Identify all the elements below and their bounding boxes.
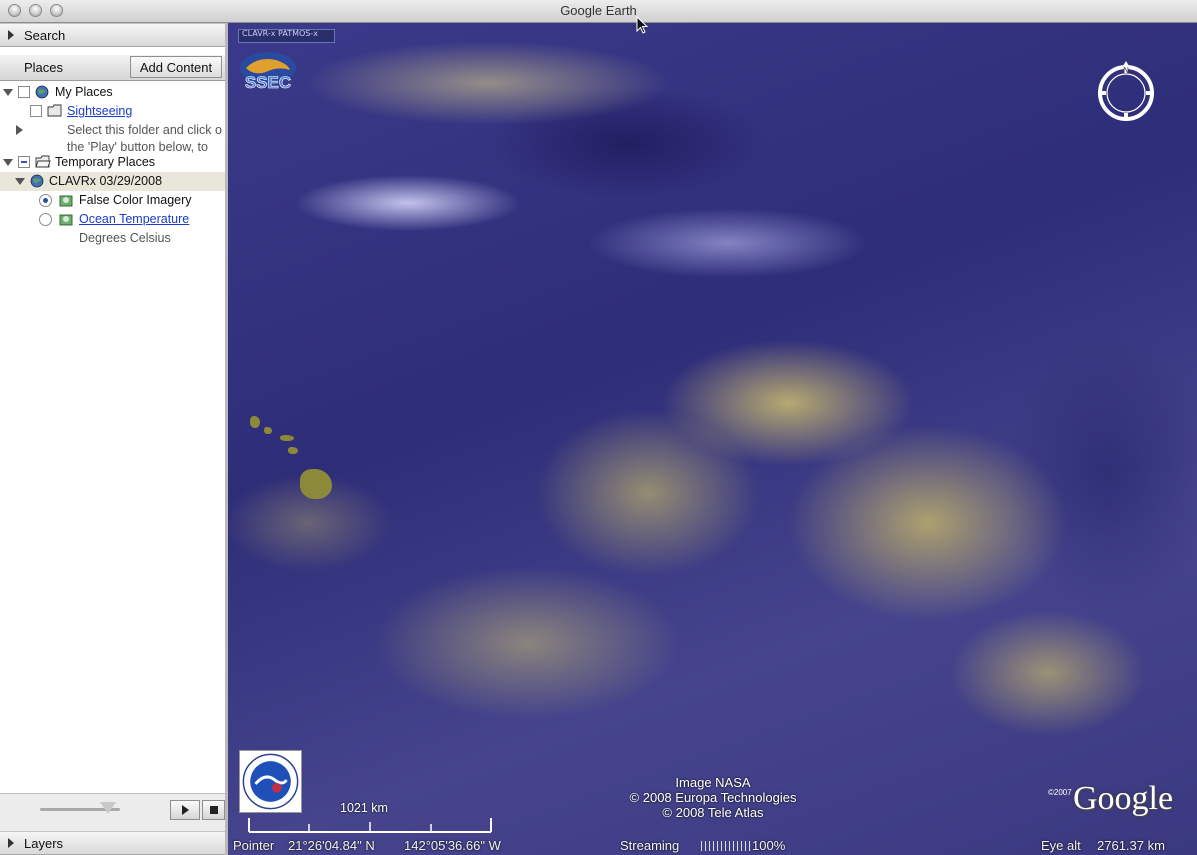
- temporary-places-checkbox[interactable]: [18, 156, 30, 168]
- globe-icon: [35, 85, 49, 99]
- tree-item-sightseeing[interactable]: Sightseeing: [0, 102, 225, 121]
- svg-text:N: N: [1123, 66, 1129, 75]
- ocean-temperature-description: Degrees Celsius: [79, 231, 171, 245]
- streaming-value: 100%: [752, 838, 786, 853]
- pointer-longitude: 142°05'36.66" W: [404, 838, 501, 853]
- island: [250, 416, 260, 428]
- svg-text:SSEC: SSEC: [245, 73, 291, 92]
- tour-controls: [0, 793, 225, 832]
- window-title: Google Earth: [560, 3, 637, 18]
- image-overlay-icon: [59, 195, 73, 207]
- eye-alt-value: 2761.37 km: [1097, 838, 1165, 853]
- disclosure-down-icon[interactable]: [3, 89, 13, 96]
- play-tour-button[interactable]: [170, 800, 200, 820]
- ssec-logo: SSEC: [240, 52, 296, 92]
- disclosure-down-icon[interactable]: [3, 159, 13, 166]
- tree-item-my-places[interactable]: My Places: [0, 83, 225, 102]
- add-content-button[interactable]: Add Content: [130, 56, 222, 78]
- expand-arrow-icon: [8, 30, 14, 40]
- streaming-label: Streaming: [620, 838, 680, 853]
- places-tree: My Places Sightseeing Select this folder…: [0, 81, 225, 793]
- ocean-temperature-link[interactable]: Ocean Temperature: [79, 212, 189, 226]
- open-folder-icon: [35, 155, 51, 168]
- earth-view[interactable]: CLAVR-x PATMOS-x SSEC N 1021 km Image NA…: [228, 23, 1197, 855]
- compass-icon[interactable]: N: [1094, 61, 1158, 125]
- expand-arrow-icon: [8, 838, 14, 848]
- temporary-places-label: Temporary Places: [55, 155, 156, 169]
- search-panel-header[interactable]: Search: [0, 23, 225, 47]
- mouse-cursor-icon: [636, 16, 648, 34]
- layers-panel-header[interactable]: Layers: [0, 831, 225, 855]
- ocean-temperature-radio[interactable]: [39, 213, 52, 226]
- search-panel-label: Search: [24, 28, 66, 43]
- island: [264, 427, 272, 434]
- clavrx-label: CLAVRx 03/29/2008: [49, 174, 163, 188]
- false-color-label: False Color Imagery: [79, 193, 192, 207]
- places-tab[interactable]: Places: [24, 60, 63, 75]
- disclosure-down-icon[interactable]: [15, 178, 25, 185]
- pointer-latitude: 21°26'04.84" N: [288, 838, 375, 853]
- clavr-badge: CLAVR-x PATMOS-x: [238, 29, 335, 43]
- sightseeing-link[interactable]: Sightseeing: [67, 104, 132, 118]
- window-title-bar: Google Earth: [0, 0, 1197, 23]
- sightseeing-checkbox[interactable]: [30, 105, 42, 117]
- noaa-logo: [239, 750, 302, 813]
- scale-label: 1021 km: [340, 801, 388, 815]
- folder-icon: [47, 104, 62, 117]
- imagery-attribution: Image NASA © 2008 Europa Technologies © …: [629, 775, 797, 820]
- disclosure-right-icon[interactable]: [16, 125, 23, 135]
- sidebar: Search Places Add Content My Places Sigh…: [0, 23, 228, 855]
- google-copyright: ©2007: [1048, 788, 1072, 797]
- island: [280, 435, 294, 441]
- streaming-progress-bar: [701, 841, 753, 851]
- tour-slider-thumb[interactable]: [100, 802, 116, 814]
- island: [288, 447, 298, 454]
- my-places-checkbox[interactable]: [18, 86, 30, 98]
- google-logo: Google: [1073, 780, 1174, 817]
- tree-item-ocean-temperature[interactable]: Ocean Temperature: [0, 210, 225, 229]
- globe-icon: [30, 174, 44, 188]
- places-panel-header: Places Add Content: [0, 55, 225, 81]
- status-bar: Pointer 21°26'04.84" N 142°05'36.66" W S…: [228, 837, 1197, 855]
- pointer-label: Pointer: [233, 838, 275, 853]
- layers-panel-label: Layers: [24, 836, 64, 851]
- stop-tour-button[interactable]: [202, 800, 225, 820]
- image-overlay-icon: [59, 214, 73, 226]
- tree-item-temporary-places[interactable]: Temporary Places: [0, 153, 225, 172]
- tree-item-clavrx[interactable]: CLAVRx 03/29/2008: [0, 172, 225, 191]
- island: [300, 469, 332, 499]
- tree-item-false-color-imagery[interactable]: False Color Imagery: [0, 191, 225, 210]
- my-places-label: My Places: [55, 85, 113, 99]
- false-color-radio[interactable]: [39, 194, 52, 207]
- eye-alt-label: Eye alt: [1041, 838, 1081, 853]
